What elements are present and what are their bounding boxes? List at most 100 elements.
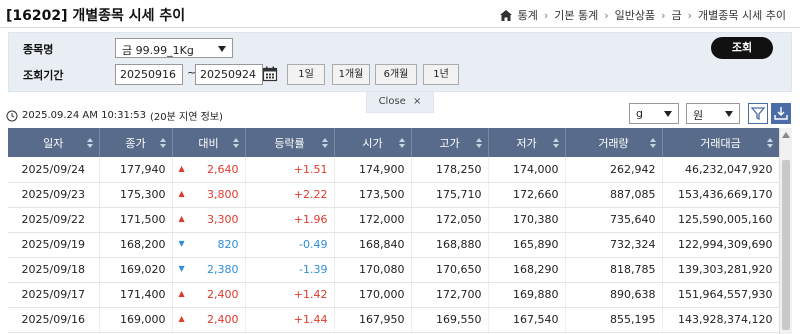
cell-value: 168,290 (513, 263, 559, 276)
sort-icon (475, 138, 482, 148)
timestamp: 2025.09.24 AM 10:31:53 (22, 110, 146, 121)
breadcrumb: 통계 › 기본 통계 › 일반상품 › 금 › 개별종목 시세 추이 (499, 7, 786, 23)
column-header-label: 시가 (362, 136, 383, 150)
table-body: 2025/09/24 177,940 ▲ 2,640 +1.51 174,900 178,2… (8, 157, 779, 333)
cell-open: 168,840 (334, 232, 412, 258)
date-to-input[interactable]: 20250924 (195, 64, 263, 85)
close-panel-button[interactable]: Close × (366, 92, 434, 113)
chevron-down-icon (218, 46, 226, 52)
column-header[interactable]: 고가 (411, 128, 489, 157)
column-header[interactable]: 일자 (8, 128, 100, 157)
cell-value: 165,890 (513, 238, 559, 251)
column-header[interactable]: 거래대금 (662, 128, 779, 157)
cell-high: 169,550 (411, 307, 489, 333)
period-1month-button[interactable]: 1개월 (332, 64, 370, 85)
up-triangle-icon: ▲ (178, 214, 185, 223)
scrollbar-thumb[interactable] (782, 160, 790, 330)
table-row[interactable]: 2025/09/23 175,300 ▲ 3,800 +2.22 173,500 175,7… (8, 182, 779, 208)
cell-value: 168,200 (120, 238, 166, 251)
table-row[interactable]: 2025/09/22 171,500 ▲ 3,300 +1.96 172,000 172,0… (8, 207, 779, 233)
cell-value: 2025/09/24 (21, 162, 85, 176)
cell-value: 2025/09/22 (21, 213, 85, 226)
table-row[interactable]: 2025/09/19 168,200 ▼ 820 -0.49 168,840 168,880… (8, 232, 779, 258)
cell-close: 168,200 (99, 232, 173, 258)
cell-date: 2025/09/19 (8, 232, 100, 258)
cell-date: 2025/09/18 (8, 257, 100, 283)
cell-value: +1.42 (293, 288, 328, 301)
cell-high: 170,650 (411, 257, 489, 283)
breadcrumb-separator-icon: › (604, 8, 609, 22)
table-row[interactable]: 2025/09/17 171,400 ▲ 2,400 +1.42 170,000 172,7… (8, 282, 779, 308)
breadcrumb-item[interactable]: 일반상품 (615, 7, 655, 23)
cell-date: 2025/09/24 (8, 157, 100, 183)
cell-value: 855,195 (610, 313, 656, 326)
cell-low: 172,660 (488, 182, 566, 208)
home-icon[interactable] (499, 9, 512, 21)
cell-rate: -0.49 (245, 232, 335, 258)
cell-open: 174,900 (334, 157, 412, 183)
cell-open: 167,950 (334, 307, 412, 333)
period-6month-button[interactable]: 6개월 (375, 64, 417, 85)
search-button[interactable]: 조회 (711, 37, 773, 59)
cell-change: ▲ 2,400 (172, 282, 246, 308)
column-header[interactable]: 종가 (99, 128, 173, 157)
sort-icon (86, 138, 93, 148)
cell-value: 171,400 (120, 288, 166, 301)
cell-change: ▲ 2,640 (172, 157, 246, 183)
cell-volume: 887,085 (565, 182, 663, 208)
column-header[interactable]: 저가 (488, 128, 566, 157)
currency-unit-select[interactable]: 원 (686, 103, 740, 124)
item-select[interactable]: 금 99.99_1Kg (115, 38, 233, 58)
cell-rate: +1.42 (245, 282, 335, 308)
column-header[interactable]: 시가 (334, 128, 412, 157)
cell-value: 171,500 (120, 213, 166, 226)
cell-value: 46,232,047,920 (685, 162, 773, 176)
table-header-row: 일자 종가 대비 등락률 시가 고가 저가 거래량 거래대금 (8, 128, 779, 157)
column-header-label: 종가 (125, 136, 146, 150)
column-header-label: 고가 (439, 136, 460, 150)
period-1day-button[interactable]: 1일 (287, 64, 325, 85)
date-from-input[interactable]: 20250916 (115, 64, 183, 85)
table-row[interactable]: 2025/09/24 177,940 ▲ 2,640 +1.51 174,900 178,2… (8, 157, 779, 183)
price-table: 일자 종가 대비 등락률 시가 고가 저가 거래량 거래대금 2025/09/24 177,940… (8, 128, 779, 333)
cell-high: 168,880 (411, 232, 489, 258)
cell-value: 172,050 (436, 213, 482, 226)
cell-high: 175,710 (411, 182, 489, 208)
table-row[interactable]: 2025/09/16 169,000 ▲ 2,400 +1.44 167,950 169,5… (8, 307, 779, 333)
period-label: 조회기간 (23, 69, 64, 82)
filter-button[interactable] (748, 103, 768, 124)
period-1year-button[interactable]: 1년 (423, 64, 459, 85)
cell-value: -0.49 (299, 238, 328, 251)
column-header[interactable]: 등락률 (245, 128, 335, 157)
breadcrumb-item[interactable]: 금 (672, 7, 682, 23)
page-header: [16202] 개별종목 시세 추이 통계 › 기본 통계 › 일반상품 › 금… (0, 0, 800, 28)
column-header[interactable]: 거래량 (565, 128, 663, 157)
sort-icon (232, 138, 239, 148)
download-button[interactable] (771, 103, 791, 124)
calendar-icon[interactable] (262, 66, 278, 82)
table-row[interactable]: 2025/09/18 169,020 ▼ 2,380 -1.39 170,080 170,6… (8, 257, 779, 283)
breadcrumb-item[interactable]: 통계 (518, 7, 538, 23)
cell-amount: 151,964,557,930 (662, 282, 779, 308)
table-scrollbar[interactable] (779, 128, 792, 334)
cell-volume: 855,195 (565, 307, 663, 333)
weight-unit-select[interactable]: g (629, 103, 679, 124)
cell-low: 169,880 (488, 282, 566, 308)
cell-change: ▲ 2,400 (172, 307, 246, 333)
cell-value: 170,080 (359, 263, 405, 276)
scroll-up-icon[interactable] (782, 132, 790, 138)
cell-value: 177,940 (120, 162, 166, 176)
cell-value: +1.51 (293, 162, 328, 176)
cell-value: 2,400 (207, 313, 239, 326)
breadcrumb-item[interactable]: 기본 통계 (554, 7, 598, 23)
cell-value: 2025/09/23 (21, 188, 85, 201)
cell-value: 173,500 (359, 188, 405, 201)
cell-open: 173,500 (334, 182, 412, 208)
down-triangle-icon: ▼ (178, 239, 185, 248)
cell-value: 2,400 (207, 288, 239, 301)
up-triangle-icon: ▲ (178, 314, 185, 323)
cell-value: 168,880 (436, 238, 482, 251)
column-header[interactable]: 대비 (172, 128, 246, 157)
cell-amount: 153,436,669,170 (662, 182, 779, 208)
cell-value: 3,800 (207, 188, 239, 201)
